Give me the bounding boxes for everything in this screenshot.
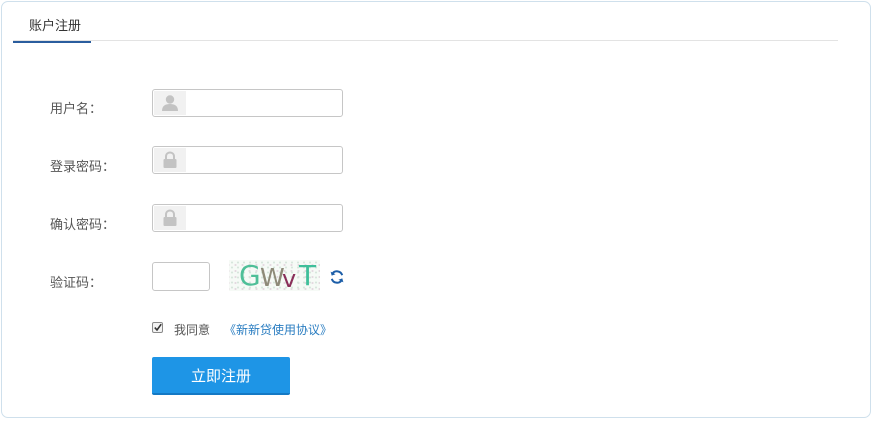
- username-label: 用户名：: [50, 102, 103, 117]
- tab-label: 账户注册: [29, 19, 82, 34]
- register-button[interactable]: 立即注册: [152, 357, 290, 395]
- captcha-image[interactable]: G W v T: [229, 260, 320, 291]
- register-panel: 账户注册 用户名： 登录密码： 确认密码： 验证码： G W v T 我同意 《…: [1, 1, 871, 418]
- captcha-char: G: [239, 260, 261, 291]
- lock-icon: [154, 206, 186, 230]
- password-input[interactable]: [189, 149, 337, 171]
- tab-divider: [13, 40, 838, 41]
- password-label: 登录密码：: [50, 160, 116, 175]
- refresh-icon[interactable]: [329, 269, 345, 285]
- agree-text: 我同意: [174, 323, 211, 337]
- user-icon: [154, 91, 186, 115]
- captcha-input[interactable]: [153, 263, 209, 288]
- captcha-label: 验证码：: [50, 276, 103, 291]
- captcha-field[interactable]: [152, 262, 210, 291]
- captcha-char: T: [299, 260, 317, 291]
- captcha-char: v: [282, 265, 297, 291]
- password-field[interactable]: [152, 146, 343, 174]
- username-input[interactable]: [189, 92, 337, 114]
- confirm-password-label: 确认密码：: [50, 218, 116, 233]
- username-field[interactable]: [152, 89, 343, 117]
- lock-icon: [154, 148, 186, 172]
- confirm-password-input[interactable]: [189, 207, 337, 229]
- agreement-link[interactable]: 《新新贷使用协议》: [224, 321, 332, 338]
- tab-account-register[interactable]: 账户注册: [13, 2, 91, 43]
- confirm-password-field[interactable]: [152, 204, 343, 232]
- agree-checkbox[interactable]: [152, 322, 163, 333]
